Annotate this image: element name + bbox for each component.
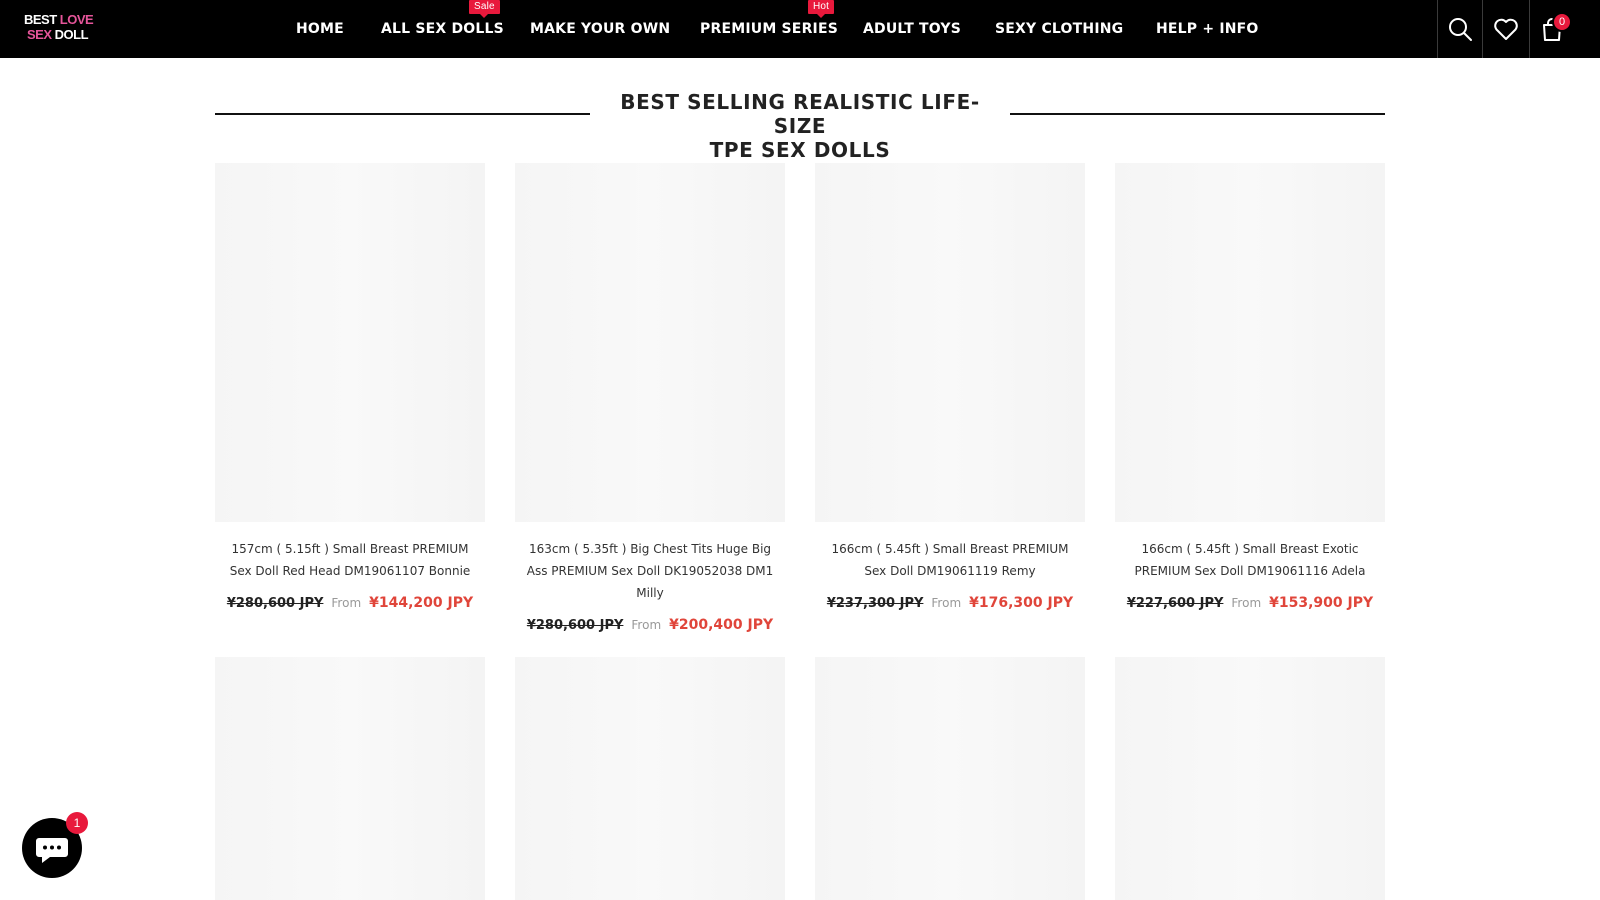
sale-price: ¥176,300 JPY bbox=[969, 595, 1074, 611]
section-title-line: BEST SELLING REALISTIC LIFE-SIZE bbox=[620, 90, 980, 138]
price-from-label: From bbox=[331, 596, 362, 610]
logo-text: BEST bbox=[24, 12, 57, 27]
product-card[interactable] bbox=[215, 657, 485, 900]
product-title[interactable]: 157cm ( 5.15ft ) Small Breast PREMIUM Se… bbox=[215, 538, 485, 582]
logo-text: DOLL bbox=[54, 27, 89, 42]
product-card[interactable]: 157cm ( 5.15ft ) Small Breast PREMIUM Se… bbox=[215, 163, 485, 611]
product-image[interactable] bbox=[1115, 163, 1385, 522]
nav-label: ALL SEX DOLLS bbox=[381, 21, 504, 37]
product-image[interactable] bbox=[215, 657, 485, 900]
price-from-label: From bbox=[1231, 596, 1262, 610]
product-image[interactable] bbox=[215, 163, 485, 522]
price-row: ¥227,600 JPY From ¥153,900 JPY bbox=[1115, 592, 1385, 611]
nav-label: ADULT TOYS bbox=[863, 21, 962, 37]
product-card[interactable]: 166cm ( 5.45ft ) Small Breast Exotic PRE… bbox=[1115, 163, 1385, 611]
nav-label: PREMIUM SERIES bbox=[700, 21, 839, 37]
title-divider-right bbox=[1010, 113, 1385, 115]
nav-item-adult-toys[interactable]: ADULT TOYS bbox=[863, 21, 961, 37]
product-title[interactable]: 166cm ( 5.45ft ) Small Breast Exotic PRE… bbox=[1115, 538, 1385, 582]
product-image[interactable] bbox=[1115, 657, 1385, 900]
price-from-label: From bbox=[931, 596, 962, 610]
compare-price: ¥280,600 JPY bbox=[526, 618, 624, 633]
nav-item-premium-series[interactable]: Hot PREMIUM SERIES bbox=[700, 0, 839, 37]
product-image[interactable] bbox=[815, 657, 1085, 900]
price-row: ¥280,600 JPY From ¥144,200 JPY bbox=[215, 592, 485, 611]
product-card[interactable] bbox=[815, 657, 1085, 900]
header-divider bbox=[1437, 0, 1438, 58]
price-row: ¥280,600 JPY From ¥200,400 JPY bbox=[515, 614, 785, 633]
nav-item-home[interactable]: HOME bbox=[296, 21, 344, 37]
nav-label: SEXY CLOTHING bbox=[995, 21, 1124, 37]
site-header: BEST LOVE SEX DOLL HOME Sale ALL SEX DOL… bbox=[0, 0, 1600, 58]
product-card[interactable]: 163cm ( 5.35ft ) Big Chest Tits Huge Big… bbox=[515, 163, 785, 633]
nav-item-make-your-own[interactable]: MAKE YOUR OWN bbox=[530, 21, 670, 37]
product-image[interactable] bbox=[515, 163, 785, 522]
search-icon[interactable] bbox=[1446, 15, 1474, 43]
hot-badge: Hot bbox=[808, 0, 835, 18]
title-divider-left bbox=[215, 113, 590, 115]
nav-item-all-sex-dolls[interactable]: Sale ALL SEX DOLLS bbox=[381, 0, 504, 37]
cart-count-badge: 0 bbox=[1552, 12, 1572, 32]
heart-icon[interactable] bbox=[1492, 15, 1520, 43]
product-image[interactable] bbox=[515, 657, 785, 900]
product-card[interactable] bbox=[515, 657, 785, 900]
nav-item-help-info[interactable]: HELP + INFO bbox=[1156, 21, 1259, 37]
product-image[interactable] bbox=[815, 163, 1085, 522]
product-card[interactable] bbox=[1115, 657, 1385, 900]
product-title[interactable]: 163cm ( 5.35ft ) Big Chest Tits Huge Big… bbox=[515, 538, 785, 604]
sale-price: ¥200,400 JPY bbox=[669, 617, 774, 633]
section-title-line: TPE SEX DOLLS bbox=[709, 138, 891, 162]
section-title: BEST SELLING REALISTIC LIFE-SIZE TPE SEX… bbox=[600, 90, 1000, 162]
logo-text: SEX bbox=[27, 27, 52, 42]
sale-price: ¥153,900 JPY bbox=[1269, 595, 1374, 611]
compare-price: ¥280,600 JPY bbox=[226, 596, 324, 611]
header-divider bbox=[1529, 0, 1530, 58]
product-card[interactable]: 166cm ( 5.45ft ) Small Breast PREMIUM Se… bbox=[815, 163, 1085, 611]
nav-label: HOME bbox=[296, 21, 344, 37]
product-title[interactable]: 166cm ( 5.45ft ) Small Breast PREMIUM Se… bbox=[815, 538, 1085, 582]
nav-label: MAKE YOUR OWN bbox=[530, 21, 671, 37]
site-logo[interactable]: BEST LOVE SEX DOLL bbox=[24, 12, 94, 42]
compare-price: ¥237,300 JPY bbox=[826, 596, 924, 611]
chat-notification-badge: 1 bbox=[66, 812, 88, 834]
sale-price: ¥144,200 JPY bbox=[369, 595, 474, 611]
compare-price: ¥227,600 JPY bbox=[1126, 596, 1224, 611]
sale-badge: Sale bbox=[469, 0, 500, 18]
header-divider bbox=[1482, 0, 1483, 58]
nav-item-sexy-clothing[interactable]: SEXY CLOTHING bbox=[995, 21, 1123, 37]
nav-label: HELP + INFO bbox=[1156, 21, 1259, 37]
price-row: ¥237,300 JPY From ¥176,300 JPY bbox=[815, 592, 1085, 611]
price-from-label: From bbox=[631, 618, 662, 632]
logo-text: LOVE bbox=[59, 12, 94, 27]
